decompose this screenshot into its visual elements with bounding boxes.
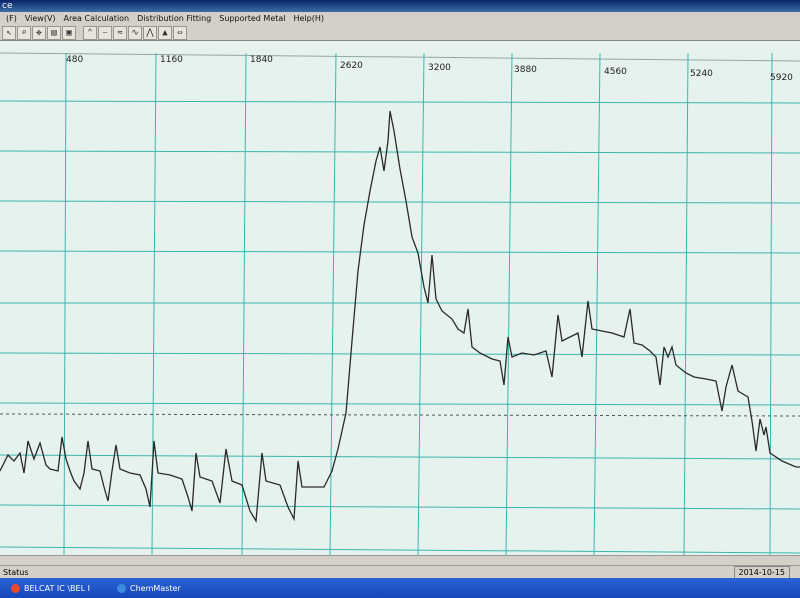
x-tick-5920: 5920 [770, 73, 793, 83]
marker-icon[interactable]: ⋀ [143, 25, 157, 40]
x-axis-line [0, 52, 800, 62]
grid-horizontal [0, 250, 800, 254]
grid-horizontal [0, 546, 800, 554]
area-icon[interactable]: ≈ [113, 25, 127, 40]
grid-vertical [63, 52, 67, 555]
grid-vertical [329, 52, 337, 555]
grid-vertical [593, 52, 601, 555]
app-icon [11, 584, 20, 593]
chromatogram-trace [0, 110, 800, 524]
taskbar-item-label: BELCAT IC \BEL I [24, 584, 90, 593]
grid-vertical [417, 52, 425, 555]
app-icon [117, 584, 126, 593]
grid-vertical [683, 52, 689, 555]
taskbar-item-belcat[interactable]: BELCAT IC \BEL I [8, 581, 108, 596]
x-tick-1160: 1160 [160, 55, 183, 65]
taskbar-item-label: ChemMaster [130, 584, 181, 593]
grid-horizontal [0, 100, 800, 104]
menu-distribution-fitting[interactable]: Distribution Fitting [133, 12, 215, 25]
triangle-icon[interactable]: ▲ [158, 25, 172, 40]
range-icon[interactable]: ⇔ [173, 25, 187, 40]
x-tick-5240: 5240 [690, 69, 713, 79]
menu-supported-metal[interactable]: Supported Metal [215, 12, 289, 25]
grid-horizontal [0, 504, 800, 510]
cursor-icon[interactable]: ↖ [2, 25, 16, 40]
status-bar: Status 2014-10-15 [0, 565, 800, 579]
taskbar: BELCAT IC \BEL I ChemMaster [0, 578, 800, 598]
grid-horizontal [0, 454, 800, 460]
x-tick-3880: 3880 [514, 65, 537, 75]
zoom-icon[interactable]: ⌕ [17, 25, 31, 40]
grid-horizontal [0, 150, 800, 154]
grid-vertical [151, 52, 157, 555]
fit-icon[interactable]: ∿ [128, 25, 142, 40]
x-tick-1840: 1840 [250, 55, 273, 65]
window-title: ce [2, 1, 13, 11]
chromatogram-plot[interactable]: 480 1160 1840 2620 3200 3880 4560 5240 5… [0, 41, 800, 555]
menu-view[interactable]: View(V) [21, 12, 60, 25]
taskbar-item-chemmaster[interactable]: ChemMaster [114, 581, 210, 596]
grid-horizontal [0, 402, 800, 406]
save-icon[interactable]: ▣ [62, 25, 76, 40]
menu-file[interactable]: (F) [2, 12, 21, 25]
print-icon[interactable]: ▤ [47, 25, 61, 40]
grid-vertical [769, 52, 773, 555]
toolbar: ↖ ⌕ ✥ ▤ ▣ ⌃ ⎯ ≈ ∿ ⋀ ▲ ⇔ [0, 25, 800, 41]
window-title-bar: ce [0, 0, 800, 12]
grid-vertical [505, 52, 513, 555]
x-tick-4560: 4560 [604, 67, 627, 77]
x-tick-3200: 3200 [428, 63, 451, 73]
baseline-marker [0, 413, 800, 417]
x-tick-2620: 2620 [340, 61, 363, 71]
x-tick-480: 480 [66, 55, 84, 65]
menu-area-calculation[interactable]: Area Calculation [60, 12, 134, 25]
grid-horizontal [0, 200, 800, 204]
menu-bar: (F) View(V) Area Calculation Distributio… [0, 12, 800, 25]
grid-vertical [241, 52, 247, 555]
plot-canvas [0, 52, 800, 555]
pan-icon[interactable]: ✥ [32, 25, 46, 40]
menu-help[interactable]: Help(H) [290, 12, 329, 25]
grid-horizontal [0, 352, 800, 356]
baseline-icon[interactable]: ⎯ [98, 25, 112, 40]
peak-icon[interactable]: ⌃ [83, 25, 97, 40]
